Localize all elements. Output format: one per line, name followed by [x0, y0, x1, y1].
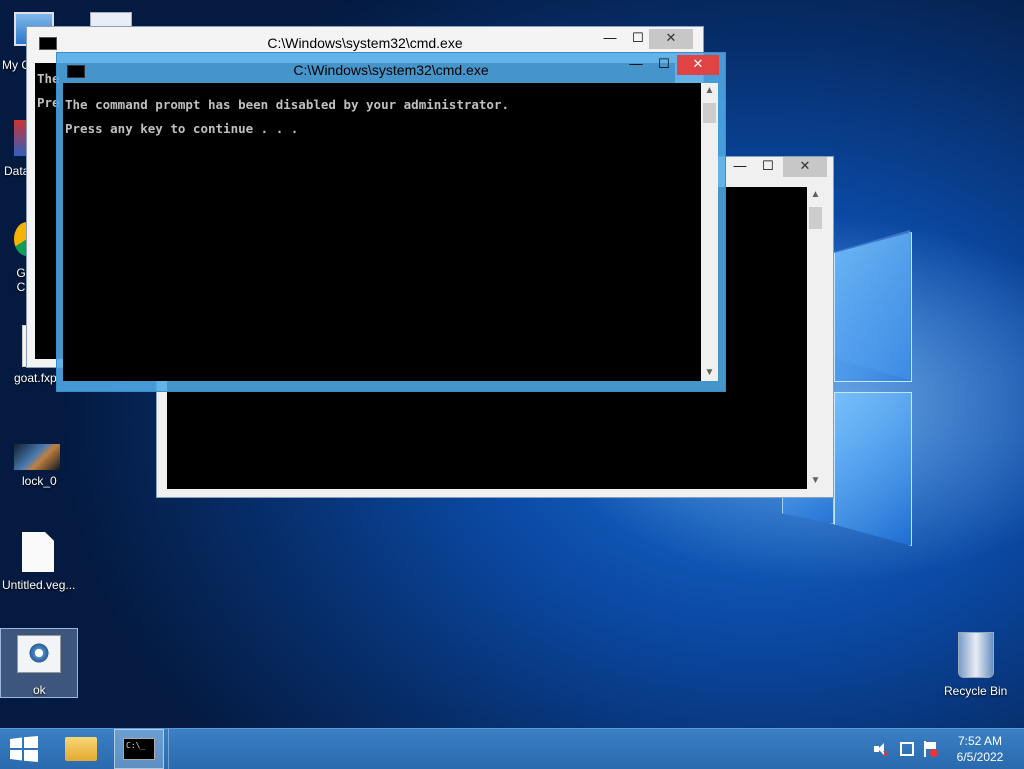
clock-time[interactable]: 7:52 AM	[944, 734, 1016, 748]
minimize-button[interactable]: —	[727, 157, 753, 177]
settings-gear-file-icon	[17, 635, 61, 673]
start-button[interactable]	[0, 729, 48, 769]
file-explorer-icon	[65, 737, 97, 761]
clock-date[interactable]: 6/5/2022	[944, 750, 1016, 764]
desktop-icon-label: goat.fxp	[14, 371, 57, 385]
taskbar-file-explorer[interactable]	[58, 729, 104, 769]
scroll-thumb[interactable]	[809, 207, 822, 229]
volume-muted-icon[interactable]: x	[874, 742, 888, 758]
close-button[interactable]: ✕	[649, 29, 693, 49]
scroll-up-arrow[interactable]: ▲	[701, 83, 718, 99]
vertical-scrollbar[interactable]: ▲ ▼	[807, 187, 824, 489]
console-line-disabled-message: The command prompt has been disabled by …	[65, 97, 510, 112]
scroll-down-arrow[interactable]: ▼	[807, 473, 824, 489]
action-center-flag-icon[interactable]	[924, 741, 938, 757]
recycle-bin-icon	[958, 632, 994, 678]
vertical-scrollbar[interactable]: ▲ ▼	[701, 83, 718, 381]
wallpaper-pane-top	[834, 232, 912, 382]
close-button[interactable]: ✕	[783, 157, 827, 177]
cmd-icon: C:\_	[123, 738, 155, 760]
scroll-down-arrow[interactable]: ▼	[701, 365, 718, 381]
desktop-icon-label: Recycle Bin	[944, 684, 1008, 698]
network-icon[interactable]	[900, 742, 914, 756]
desktop-icon-ok[interactable]: ok	[0, 628, 78, 698]
maximize-button[interactable]: ☐	[651, 55, 677, 75]
desktop-icon-label: lock_0	[22, 474, 57, 488]
console-line-press-any-key: Press any key to continue . . .	[65, 121, 299, 136]
blank-file-icon	[22, 532, 54, 572]
wallpaper-pane-bottom	[834, 392, 912, 546]
windows-logo-icon	[10, 736, 38, 762]
maximize-button[interactable]: ☐	[625, 29, 651, 49]
image-thumbnail-icon	[14, 444, 60, 470]
desktop-icon-label: Untitled.veg...	[2, 578, 76, 592]
desktop-icon-label: ok	[33, 683, 46, 697]
console-output[interactable]: The command prompt has been disabled by …	[63, 83, 701, 381]
taskbar: C:\_ x 7:52 AM 6/5/2022	[0, 728, 1024, 769]
minimize-button[interactable]: —	[597, 29, 623, 49]
cmd-window-front[interactable]: C:\Windows\system32\cmd.exe — ☐ ✕ The co…	[56, 52, 726, 392]
scroll-thumb[interactable]	[703, 103, 716, 123]
maximize-button[interactable]: ☐	[755, 157, 781, 177]
minimize-button[interactable]: —	[623, 55, 649, 75]
close-button[interactable]: ✕	[677, 55, 719, 75]
taskbar-edge	[168, 729, 173, 769]
taskbar-cmd[interactable]: C:\_	[114, 729, 164, 769]
scroll-up-arrow[interactable]: ▲	[807, 187, 824, 203]
gear-icon	[28, 642, 50, 664]
